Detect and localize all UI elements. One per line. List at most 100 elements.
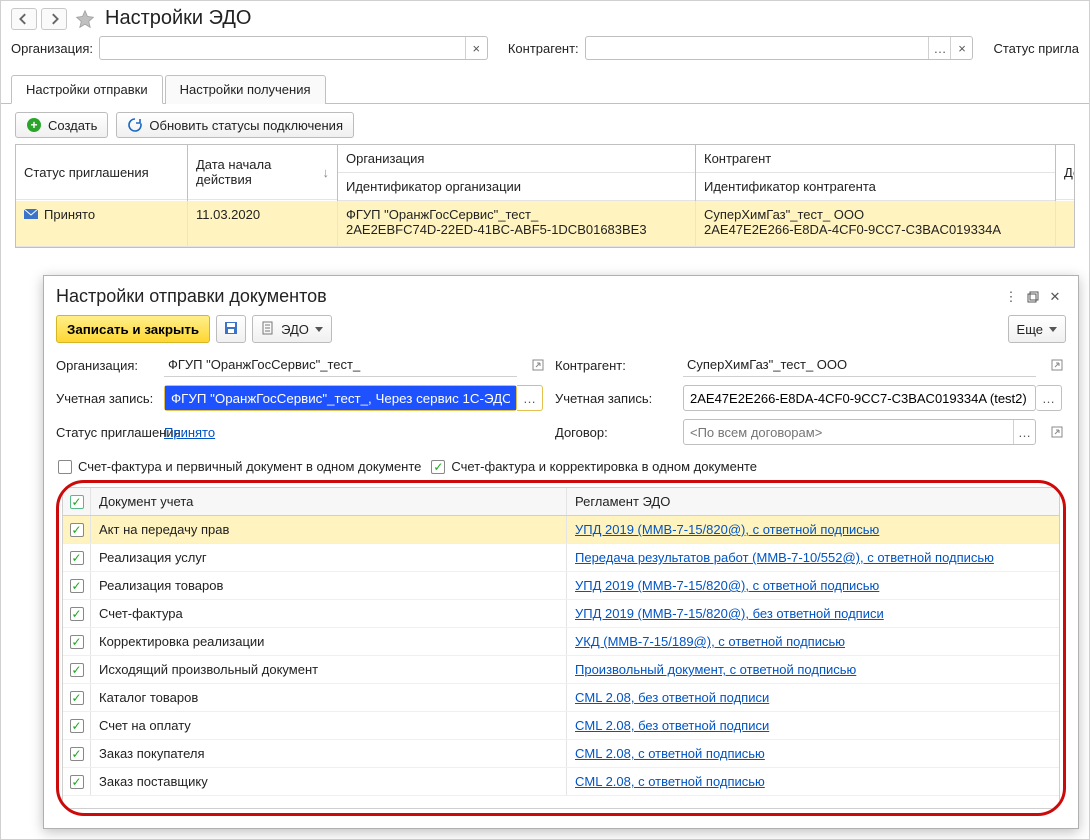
panel-status-link[interactable]: Принято (164, 425, 215, 440)
doc-table-header-reg[interactable]: Регламент ЭДО (567, 488, 1059, 515)
grid-cell-date: 11.03.2020 (196, 207, 329, 222)
doc-table-header-doc[interactable]: Документ учета (91, 488, 567, 515)
doc-row-reg-link[interactable]: CML 2.08, с ответной подписью (575, 774, 765, 789)
doc-table-row[interactable]: Реализация услуг Передача результатов раб… (63, 544, 1059, 572)
doc-row-checkbox[interactable] (63, 684, 91, 711)
panel-acct-label: Учетная запись: (56, 391, 156, 406)
panel-dog-input[interactable] (684, 420, 1013, 444)
doc-table-row[interactable]: Каталог товаровCML 2.08, без ответной по… (63, 684, 1059, 712)
doc-table-row[interactable]: Реализация товаровУПД 2019 (ММВ-7-15/820… (63, 572, 1059, 600)
grid-header-kont-id[interactable]: Идентификатор контрагента (696, 173, 1055, 201)
checkbox-checked-icon (70, 495, 84, 509)
checkbox-icon (70, 579, 84, 593)
doc-row-checkbox[interactable] (63, 516, 91, 543)
panel-org-value: ФГУП "ОранжГосСервис"_тест_ (164, 353, 517, 377)
checkbox-icon (70, 607, 84, 621)
panel-kont-label: Контрагент: (555, 358, 675, 373)
refresh-status-label: Обновить статусы подключения (149, 118, 343, 133)
doc-row-checkbox[interactable] (63, 544, 91, 571)
doc-table-row[interactable]: Счет-фактураУПД 2019 (ММВ-7-15/820@), бе… (63, 600, 1059, 628)
doc-row-checkbox[interactable] (63, 628, 91, 655)
grid-header-status[interactable]: Статус приглашения (16, 145, 187, 200)
filter-status-label-truncated: Статус пригла (993, 41, 1079, 56)
filter-org-input[interactable] (100, 37, 465, 59)
tab-send[interactable]: Настройки отправки (11, 75, 163, 104)
doc-table-row[interactable]: Заказ поставщику CML 2.08, с ответной под… (63, 768, 1059, 796)
panel-acct2-input[interactable] (684, 386, 1035, 410)
doc-row-checkbox[interactable] (63, 768, 91, 795)
edo-dropdown-button[interactable]: ЭДО (252, 315, 332, 343)
doc-table-row[interactable]: Заказ покупателя CML 2.08, с ответной под… (63, 740, 1059, 768)
grid-header-org-id[interactable]: Идентификатор организации (338, 173, 695, 201)
close-button[interactable]: ✕ (1044, 287, 1066, 307)
doc-table-row[interactable]: Исходящий произвольный документПроизволь… (63, 656, 1059, 684)
doc-row-doc: Заказ поставщику (91, 768, 567, 795)
more-dropdown-label: Еще (1017, 322, 1043, 337)
doc-table-row[interactable]: Корректировка реализацииУКД (ММВ-7-15/18… (63, 628, 1059, 656)
doc-table-row[interactable]: Акт на передачу правУПД 2019 (ММВ-7-15/8… (63, 516, 1059, 544)
doc-row-checkbox[interactable] (63, 572, 91, 599)
doc-row-checkbox[interactable] (63, 712, 91, 739)
create-button-label: Создать (48, 118, 97, 133)
doc-row-doc: Заказ покупателя (91, 740, 567, 767)
check-corr-doc[interactable]: Счет-фактура и корректировка в одном док… (431, 459, 757, 474)
filter-org-clear-button[interactable]: × (465, 37, 487, 59)
panel-dog-more-button[interactable]: … (1013, 420, 1035, 444)
window-restore-button[interactable] (1022, 287, 1044, 307)
doc-row-reg-link[interactable]: УПД 2019 (ММВ-7-15/820@), с ответной под… (575, 522, 879, 537)
panel-acct2-more-button[interactable]: … (1036, 385, 1062, 411)
doc-table-highlight: Документ учета Регламент ЭДО Акт на пере… (56, 480, 1066, 816)
doc-row-doc: Реализация услуг (91, 544, 567, 571)
more-dropdown-button[interactable]: Еще (1008, 315, 1066, 343)
doc-row-reg-link[interactable]: Произвольный документ, с ответной подпис… (575, 662, 856, 677)
create-button[interactable]: + Создать (15, 112, 108, 138)
grid-row[interactable]: Принято11.03.2020ФГУП "ОранжГосСервис"_т… (16, 201, 1074, 247)
checkbox-checked-icon (431, 460, 445, 474)
grid-header-dog[interactable]: Дого (1056, 145, 1075, 200)
doc-row-reg-link[interactable]: УПД 2019 (ММВ-7-15/820@), с ответной под… (575, 578, 879, 593)
doc-row-reg-link[interactable]: УКД (ММВ-7-15/189@), с ответной подписью (575, 634, 845, 649)
kebab-menu-button[interactable]: ⋮ (1000, 287, 1022, 307)
checkbox-icon (58, 460, 72, 474)
doc-row-checkbox[interactable] (63, 600, 91, 627)
main-grid: Статус приглашения Дата начала действия↓… (15, 144, 1075, 248)
refresh-status-button[interactable]: Обновить статусы подключения (116, 112, 354, 138)
grid-cell-org: ФГУП "ОранжГосСервис"_тест_ (346, 207, 687, 222)
panel-org-open-button[interactable] (525, 359, 551, 371)
doc-row-reg-link[interactable]: CML 2.08, без ответной подписи (575, 690, 769, 705)
envelope-icon (24, 207, 38, 222)
grid-header-org[interactable]: Организация (338, 145, 695, 173)
tab-receive[interactable]: Настройки получения (165, 75, 326, 104)
edo-dropdown-label: ЭДО (281, 322, 309, 337)
panel-dog-open-button[interactable] (1044, 426, 1070, 438)
sort-indicator-icon: ↓ (323, 165, 330, 180)
doc-row-reg-link[interactable]: УПД 2019 (ММВ-7-15/820@), без ответной п… (575, 606, 884, 621)
filter-kont-more-button[interactable]: … (928, 37, 950, 59)
doc-row-reg-link[interactable]: Передача результатов работ (ММВ-7-10/552… (575, 550, 994, 565)
save-and-close-button[interactable]: Записать и закрыть (56, 315, 210, 343)
panel-kont-value: СуперХимГаз"_тест_ ООО (683, 353, 1036, 377)
save-button[interactable] (216, 315, 246, 343)
panel-acct2-label: Учетная запись: (555, 391, 675, 406)
filter-kont-clear-button[interactable]: × (950, 37, 972, 59)
page-title: Настройки ЭДО (105, 7, 251, 30)
grid-header-date[interactable]: Дата начала действия↓ (188, 145, 337, 200)
doc-row-checkbox[interactable] (63, 656, 91, 683)
panel-kont-open-button[interactable] (1044, 359, 1070, 371)
doc-row-checkbox[interactable] (63, 740, 91, 767)
doc-row-reg-link[interactable]: CML 2.08, с ответной подписью (575, 746, 765, 761)
grid-cell-org-id: 2AE2EBFC74D-22ED-41BC-ABF5-1DCB01683BE3 (346, 222, 687, 237)
doc-table-row[interactable]: Счет на оплатуCML 2.08, без ответной под… (63, 712, 1059, 740)
panel-acct-more-button[interactable]: … (517, 385, 543, 411)
check-same-doc[interactable]: Счет-фактура и первичный документ в одно… (58, 459, 421, 474)
panel-status-label: Статус приглашения: (56, 425, 156, 440)
doc-row-reg-link[interactable]: CML 2.08, без ответной подписи (575, 718, 769, 733)
panel-acct-input[interactable] (165, 386, 516, 410)
filter-kont-input[interactable] (586, 37, 929, 59)
nav-back-button[interactable] (11, 8, 37, 30)
refresh-icon (127, 117, 143, 133)
doc-table-check-all[interactable] (63, 488, 91, 515)
nav-forward-button[interactable] (41, 8, 67, 30)
grid-header-kont[interactable]: Контрагент (696, 145, 1055, 173)
star-icon[interactable] (75, 9, 95, 29)
